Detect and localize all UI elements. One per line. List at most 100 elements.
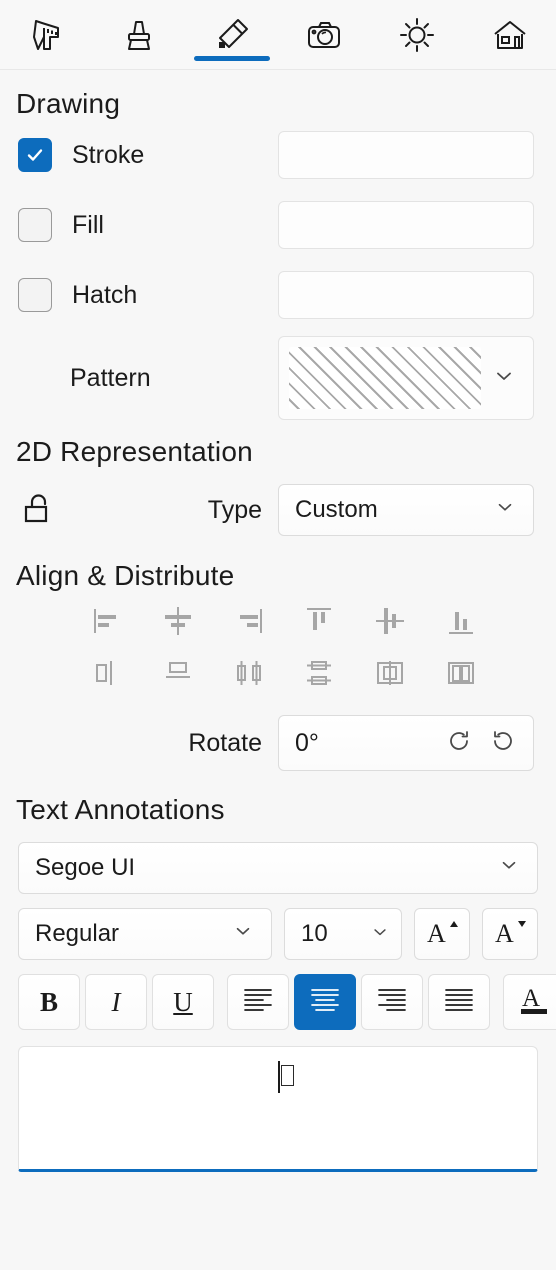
type-label: Type <box>207 495 262 524</box>
align-right-button[interactable] <box>213 598 284 648</box>
house-icon <box>488 13 532 57</box>
type-dropdown[interactable]: Custom <box>278 484 534 536</box>
font-size-dropdown[interactable]: 10 <box>284 908 402 960</box>
annotation-textarea[interactable] <box>18 1046 538 1172</box>
chevron-down-icon <box>499 854 519 882</box>
rotate-counterclockwise-button[interactable] <box>481 721 525 765</box>
hatch-pattern-preview <box>289 347 481 409</box>
caliper-icon <box>24 13 68 57</box>
align-section-title: Align & Distribute <box>16 560 235 591</box>
font-color-icon: A <box>516 982 552 1023</box>
distribute-vertical-center-button[interactable] <box>284 650 355 700</box>
align-center-horizontal-button[interactable] <box>143 598 214 648</box>
text-caret <box>278 1061 280 1093</box>
chevron-down-icon <box>371 920 389 948</box>
bold-button[interactable]: B <box>18 974 80 1030</box>
stroke-row: Stroke <box>0 120 556 190</box>
font-family-dropdown[interactable]: Segoe UI <box>18 842 538 894</box>
rotate-input[interactable]: 0° <box>279 729 437 758</box>
chevron-down-icon <box>495 496 515 524</box>
distribute-vertical-space-button[interactable] <box>425 650 496 700</box>
align-center-horizontal-icon <box>158 601 198 646</box>
hatch-checkbox[interactable] <box>18 278 52 312</box>
svg-text:A: A <box>427 919 446 948</box>
home-tool-tab[interactable] <box>463 0 556 69</box>
align-right-text-button[interactable] <box>361 974 423 1030</box>
chevron-down-icon <box>233 920 253 948</box>
distribute-horizontal-space-icon <box>370 653 410 698</box>
tab-active-indicator <box>193 56 270 61</box>
underline-button[interactable]: U <box>152 974 214 1030</box>
distribute-horizontal-center-icon <box>229 653 269 698</box>
paintbrush-tool-tab[interactable] <box>93 0 186 69</box>
sun-icon <box>395 13 439 57</box>
representation-section-title: 2D Representation <box>16 436 253 467</box>
distribute-horizontal-left-icon <box>87 653 127 698</box>
fill-color-button[interactable] <box>278 201 534 249</box>
increase-font-size-button[interactable]: A <box>414 908 470 960</box>
distribute-vertical-center-icon <box>299 653 339 698</box>
align-left-button[interactable] <box>72 598 143 648</box>
type-row: Type Custom <box>0 472 556 548</box>
rotate-clockwise-icon <box>445 727 473 760</box>
pattern-row: Pattern <box>0 330 556 426</box>
distribute-horizontal-left-button[interactable] <box>72 650 143 700</box>
type-value: Custom <box>295 496 378 523</box>
svg-text:A: A <box>495 919 514 948</box>
font-color-button[interactable]: A <box>503 974 556 1030</box>
hatch-color-button[interactable] <box>278 271 534 319</box>
pattern-dropdown[interactable] <box>278 336 534 420</box>
font-size-value: 10 <box>301 920 328 947</box>
camera-tool-tab[interactable] <box>278 0 371 69</box>
align-top-icon <box>299 601 339 646</box>
align-right-icon <box>375 984 409 1021</box>
measure-tool-tab[interactable] <box>0 0 93 69</box>
unlock-icon[interactable] <box>18 487 60 534</box>
font-family-value: Segoe UI <box>35 854 136 881</box>
annotation-text-wrap <box>0 1046 556 1172</box>
distribute-horizontal-space-button[interactable] <box>355 650 426 700</box>
stroke-color-button[interactable] <box>278 131 534 179</box>
align-center-text-button[interactable] <box>294 974 356 1030</box>
font-family-row: Segoe UI <box>0 842 556 894</box>
align-top-button[interactable] <box>284 598 355 648</box>
pattern-label: Pattern <box>70 363 151 392</box>
align-left-icon <box>87 601 127 646</box>
drawing-section-title: Drawing <box>16 88 121 119</box>
align-justify-text-button[interactable] <box>428 974 490 1030</box>
fill-row: Fill <box>0 190 556 260</box>
camera-icon <box>302 13 346 57</box>
align-bottom-icon <box>441 601 481 646</box>
font-style-row: Regular 10 A A <box>0 908 556 960</box>
font-style-dropdown[interactable]: Regular <box>18 908 272 960</box>
distribute-vertical-top-button[interactable] <box>143 650 214 700</box>
decrease-font-size-button[interactable]: A <box>482 908 538 960</box>
stroke-label: Stroke <box>72 140 145 169</box>
distribute-horizontal-center-button[interactable] <box>213 650 284 700</box>
align-right-icon <box>229 601 269 646</box>
svg-text:A: A <box>522 985 540 1012</box>
text-section-title: Text Annotations <box>16 794 225 825</box>
align-center-vertical-button[interactable] <box>355 598 426 648</box>
rotate-label: Rotate <box>188 728 262 757</box>
chevron-down-icon <box>493 365 515 392</box>
tool-tabbar <box>0 0 556 70</box>
rotate-row: Rotate 0° <box>0 706 556 780</box>
distribute-vertical-top-icon <box>158 653 198 698</box>
distribute-vertical-space-icon <box>441 653 481 698</box>
lighting-tool-tab[interactable] <box>371 0 464 69</box>
markup-tool-tab[interactable] <box>185 0 278 69</box>
pencil-icon <box>209 12 255 58</box>
fill-label: Fill <box>72 210 104 239</box>
italic-button[interactable]: I <box>85 974 147 1030</box>
hatch-row: Hatch <box>0 260 556 330</box>
shrink-font-icon: A <box>492 914 528 955</box>
align-left-text-button[interactable] <box>227 974 289 1030</box>
hatch-label: Hatch <box>72 280 138 309</box>
align-center-icon <box>308 984 342 1021</box>
rotate-counterclockwise-icon <box>489 727 517 760</box>
rotate-clockwise-button[interactable] <box>437 721 481 765</box>
fill-checkbox[interactable] <box>18 208 52 242</box>
align-bottom-button[interactable] <box>425 598 496 648</box>
stroke-checkbox[interactable] <box>18 138 52 172</box>
